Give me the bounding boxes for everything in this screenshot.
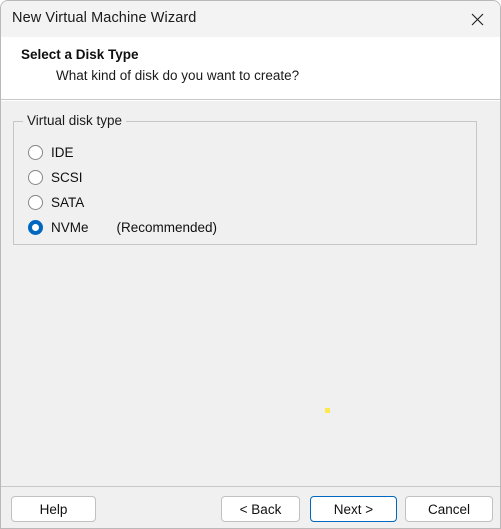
virtual-disk-type-groupbox: Virtual disk type IDE SCSI SATA NVMe (Re… <box>13 113 477 245</box>
page-title: Select a Disk Type <box>21 47 139 62</box>
close-icon <box>471 13 484 26</box>
radio-icon[interactable] <box>28 169 43 185</box>
groupbox-label: Virtual disk type <box>23 113 127 128</box>
help-button[interactable]: Help <box>11 496 96 522</box>
next-button[interactable]: Next > <box>310 496 397 522</box>
wizard-content: Virtual disk type IDE SCSI SATA NVMe (Re… <box>1 101 500 486</box>
wizard-header: Select a Disk Type What kind of disk do … <box>1 37 500 100</box>
window-title: New Virtual Machine Wizard <box>12 10 197 26</box>
render-artifact-dot <box>325 408 330 413</box>
radio-option-nvme[interactable]: NVMe (Recommended) <box>28 216 217 238</box>
radio-option-ide[interactable]: IDE <box>28 141 74 163</box>
radio-label: NVMe <box>51 219 89 235</box>
radio-icon[interactable] <box>28 144 43 160</box>
radio-label: SCSI <box>51 169 83 185</box>
radio-option-sata[interactable]: SATA <box>28 191 84 213</box>
radio-label: IDE <box>51 144 74 160</box>
radio-icon-selected[interactable] <box>28 219 43 235</box>
back-button[interactable]: < Back <box>221 496 300 522</box>
close-button[interactable] <box>454 1 500 37</box>
title-bar: New Virtual Machine Wizard <box>1 1 500 37</box>
radio-recommended-note: (Recommended) <box>116 219 218 235</box>
dialog-button-bar: Help < Back Next > Cancel <box>1 486 500 528</box>
cancel-button[interactable]: Cancel <box>405 496 493 522</box>
radio-icon[interactable] <box>28 194 43 210</box>
page-subtitle: What kind of disk do you want to create? <box>56 68 300 83</box>
new-virtual-machine-wizard-dialog: New Virtual Machine Wizard Select a Disk… <box>0 0 501 529</box>
radio-option-scsi[interactable]: SCSI <box>28 166 83 188</box>
radio-label: SATA <box>51 194 85 210</box>
